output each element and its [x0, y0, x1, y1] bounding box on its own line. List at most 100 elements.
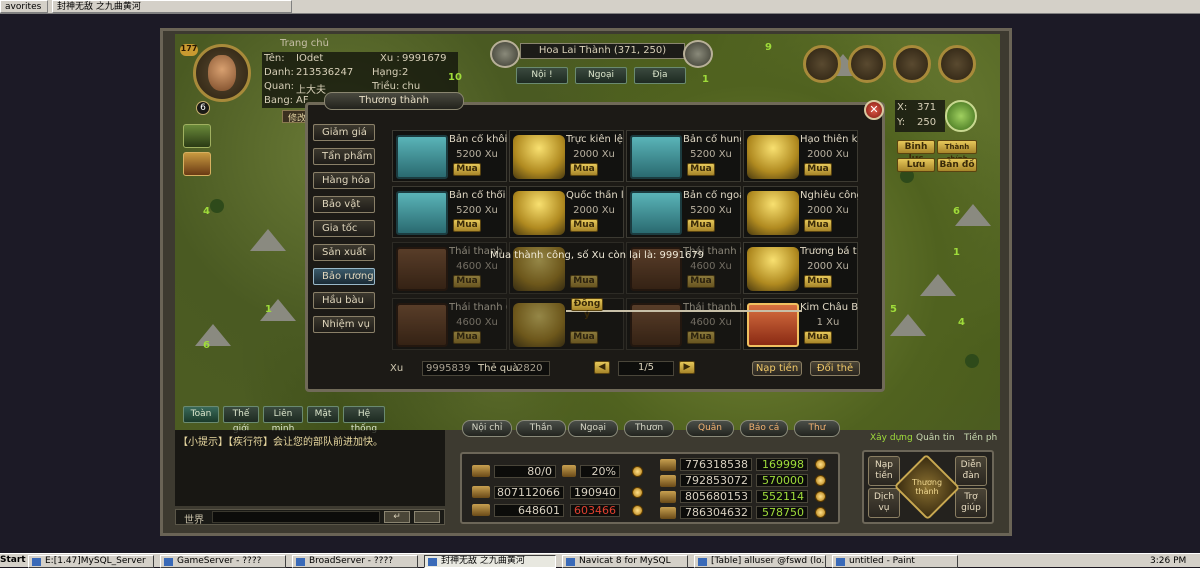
buy-button[interactable]: Mua — [570, 163, 598, 176]
save-button[interactable]: Lưu — [897, 158, 935, 172]
category-production[interactable]: Sản xuất — [313, 244, 375, 261]
browser-page-tab[interactable]: 封神无敌 之九曲黄河 — [52, 0, 292, 13]
start-button[interactable]: Start — [0, 555, 26, 568]
tab-build[interactable]: Xây dựng — [870, 433, 913, 443]
chat-tab-alliance[interactable]: Liên minh — [263, 406, 303, 434]
category-chest-selected[interactable]: Bảo rương — [313, 268, 375, 285]
shop-item[interactable]: Bản cổ ngoa 5200 Xu Mua — [626, 186, 741, 238]
add-icon[interactable] — [632, 487, 643, 498]
shop-item[interactable]: Bản cổ hung 5200 Xu Mua — [626, 130, 741, 182]
buy-button[interactable]: Mua — [687, 163, 715, 176]
forum-button[interactable]: Diễn đàn — [955, 456, 987, 486]
buy-button[interactable]: Mua — [804, 163, 832, 176]
tab-army[interactable]: Quân — [686, 420, 734, 437]
tab-internal[interactable]: Nội chỉ — [462, 420, 512, 437]
chat-tab-world[interactable]: Thế giới — [223, 406, 259, 434]
buy-button[interactable]: Mua — [453, 275, 481, 288]
next-page-icon[interactable]: ▶ — [679, 361, 695, 374]
map-marker[interactable]: 4 — [203, 206, 210, 217]
map-marker[interactable]: 4 — [958, 317, 965, 328]
send-icon[interactable]: ↵ — [384, 511, 410, 523]
service-button[interactable]: Dịch vụ — [868, 488, 900, 518]
tab-front[interactable]: Tiền ph — [964, 433, 997, 443]
buy-button[interactable]: Mua — [804, 219, 832, 232]
shop-item[interactable]: Hạo thiên kh 2000 Xu Mua — [743, 130, 858, 182]
pagoda-icon[interactable] — [183, 152, 211, 176]
tab-inner[interactable]: Nội ! — [516, 67, 568, 84]
search-icon[interactable] — [945, 100, 977, 132]
shop-item[interactable]: Thái thanh (4600 Xu Mua — [392, 298, 507, 350]
tab-trade[interactable]: Thươn — [624, 420, 674, 437]
chat-tab-all[interactable]: Toàn — [183, 406, 219, 423]
buy-button[interactable]: Mua — [804, 275, 832, 288]
taskbar-item[interactable]: GameServer - ???? — [160, 555, 286, 568]
category-pouch[interactable]: Hầu bàu — [313, 292, 375, 309]
treasure-chest-icon[interactable] — [848, 45, 886, 83]
back-arrow-icon[interactable] — [490, 40, 520, 68]
sword-icon[interactable] — [183, 124, 211, 148]
shop-item[interactable]: Quốc thần lệ 2000 Xu Mua — [509, 186, 624, 238]
buy-button[interactable]: Mua — [570, 219, 598, 232]
buy-button[interactable]: Mua — [570, 331, 598, 344]
shop-item[interactable]: Mua — [509, 298, 624, 350]
add-icon[interactable] — [632, 505, 643, 516]
shop-item[interactable]: Kim Châu B 1 Xu Mua — [743, 298, 858, 350]
buy-button[interactable]: Mua — [453, 331, 481, 344]
map-marker[interactable]: 1 — [265, 304, 272, 315]
buy-button[interactable]: Mua — [687, 219, 715, 232]
shop-item[interactable]: Trực kiên lệ 2000 Xu Mua — [509, 130, 624, 182]
buy-button[interactable]: Mua — [453, 219, 481, 232]
capital-button[interactable]: Thành chính — [937, 140, 977, 163]
category-speedup[interactable]: Gia tốc — [313, 220, 375, 237]
tab-mail[interactable]: Thư — [794, 420, 840, 437]
tab-report[interactable]: Báo cá — [740, 420, 788, 437]
minimize-icon[interactable] — [414, 511, 440, 523]
buy-button[interactable]: Mua — [453, 163, 481, 176]
shop-item[interactable]: Thái thanh t 4600 Xu Mua — [626, 298, 741, 350]
map-button[interactable]: Bản đồ — [937, 158, 977, 172]
taskbar-item[interactable]: untitled - Paint — [832, 555, 958, 568]
add-icon[interactable] — [815, 507, 826, 518]
taskbar-item[interactable]: BroadServer - ???? — [292, 555, 418, 568]
map-marker[interactable]: 6 — [203, 340, 210, 351]
chat-input[interactable] — [212, 511, 380, 523]
tab-military-info[interactable]: Quân tin — [916, 433, 955, 443]
prev-page-icon[interactable]: ◀ — [594, 361, 610, 374]
category-rare[interactable]: Tẩn phẩm — [313, 148, 375, 165]
tab-outer[interactable]: Ngoại — [575, 67, 627, 84]
troops-button[interactable]: Binh lực — [897, 140, 935, 164]
confirm-button[interactable]: Đồng ý — [571, 298, 603, 320]
map-marker[interactable]: 9 — [765, 42, 772, 53]
topup-action-button[interactable]: Nạp tiền — [868, 456, 900, 486]
add-icon[interactable] — [815, 459, 826, 470]
player-avatar[interactable] — [193, 44, 251, 102]
topup-button[interactable]: Nạp tiền — [752, 361, 802, 376]
taskbar-item-active[interactable]: 封神无敌 之九曲黄河 — [424, 555, 556, 568]
shop-item[interactable]: Nghiêu công 2000 Xu Mua — [743, 186, 858, 238]
taskbar-item[interactable]: E:[1.47]MySQL_Server — [28, 555, 154, 568]
tab-external[interactable]: Ngoại — [568, 420, 618, 437]
chat-tab-system[interactable]: Hệ thống — [343, 406, 385, 434]
shop-item[interactable]: Trương bá t 2000 Xu Mua — [743, 242, 858, 294]
buy-button[interactable]: Mua — [804, 331, 832, 344]
shop-item[interactable]: Bản cổ khôi 5200 Xu Mua — [392, 130, 507, 182]
map-marker[interactable]: 5 — [890, 304, 897, 315]
buy-button[interactable]: Mua — [570, 275, 598, 288]
category-treasure[interactable]: Bảo vật — [313, 196, 375, 213]
close-icon[interactable]: ✕ — [864, 100, 884, 120]
anvil-icon[interactable] — [893, 45, 931, 83]
tab-earth[interactable]: Địa — [634, 67, 686, 84]
exchange-card-button[interactable]: Đổi thẻ — [810, 361, 860, 376]
taskbar-item[interactable]: [Table] alluser @fswd (lo... — [694, 555, 826, 568]
favorites-tab[interactable]: avorites — [0, 0, 48, 13]
shop-item[interactable]: Bản cổ thổi 5200 Xu Mua — [392, 186, 507, 238]
home-link[interactable]: Trang chủ — [280, 38, 329, 49]
flag-icon[interactable] — [683, 40, 713, 68]
add-icon[interactable] — [632, 466, 643, 477]
buy-button[interactable]: Mua — [687, 331, 715, 344]
tab-god[interactable]: Thần — [516, 420, 566, 437]
chat-tab-private[interactable]: Mật — [307, 406, 339, 423]
map-marker[interactable]: 1 — [702, 74, 709, 85]
help-button[interactable]: Trợ giúp — [955, 488, 987, 518]
add-icon[interactable] — [815, 475, 826, 486]
